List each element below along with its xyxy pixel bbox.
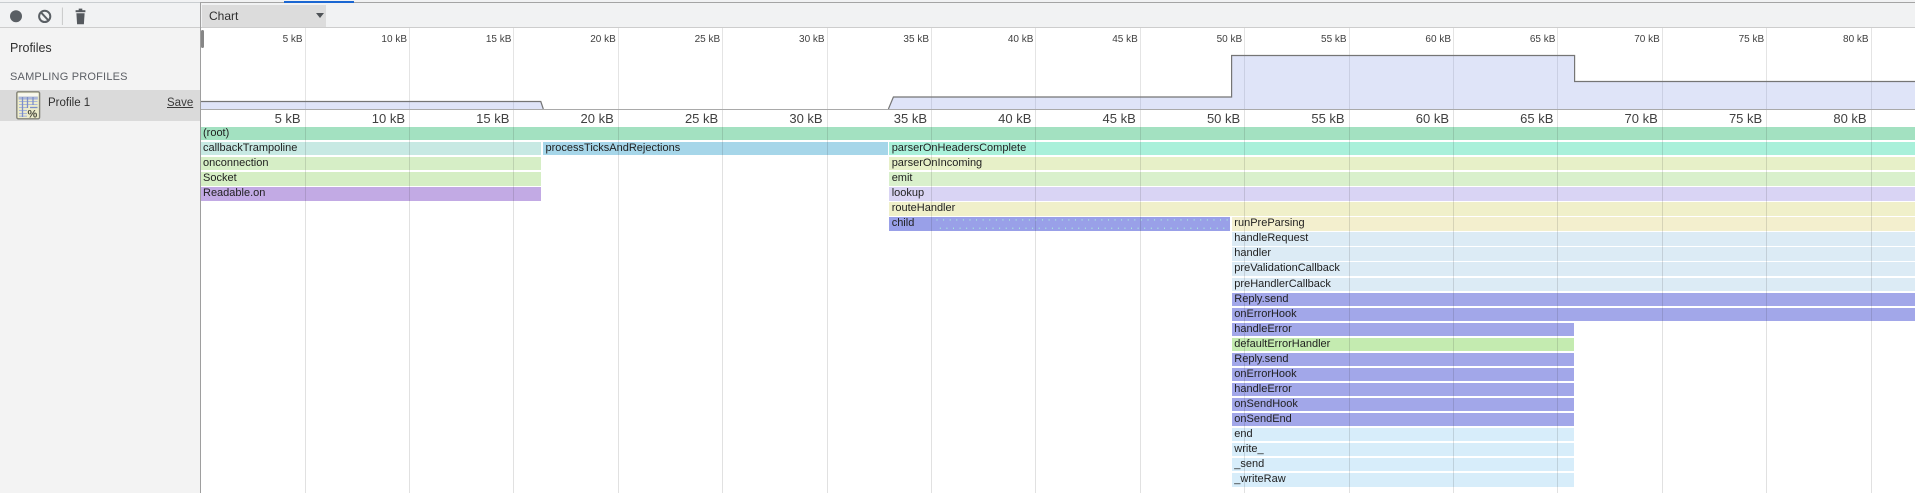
svg-text:%: % (27, 109, 37, 121)
